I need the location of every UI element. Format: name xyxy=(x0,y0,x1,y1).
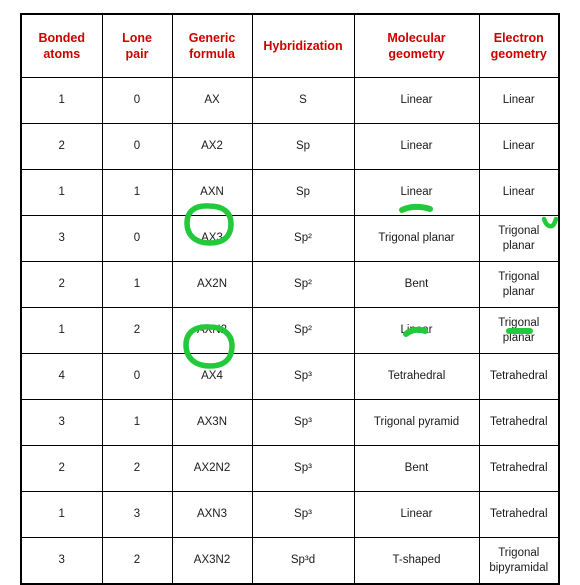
cell-molecular_geometry: Linear xyxy=(353,307,480,354)
cell-bonded_atoms: 1 xyxy=(20,491,103,538)
cell-hybridization: Sp² xyxy=(251,307,355,354)
cell-bonded_atoms: 1 xyxy=(20,169,103,216)
cell-electron_geometry: Linear xyxy=(478,169,560,216)
cell-lone_pair: 2 xyxy=(101,445,173,492)
cell-hybridization: Sp³ xyxy=(251,353,355,400)
cell-bonded_atoms: 1 xyxy=(20,77,103,124)
header-line-2: pair xyxy=(125,47,149,61)
cell-bonded_atoms: 3 xyxy=(20,537,103,585)
cell-molecular_geometry: Tetrahedral xyxy=(353,353,480,400)
cell-bonded_atoms: 3 xyxy=(20,215,103,262)
table-row: 3 2 AX3N2 Sp³d T-shaped Trigonal bipyramidal xyxy=(20,537,560,585)
table-row: 2 2 AX2N2 Sp³ Bent Tetrahedral xyxy=(20,445,560,492)
cell-lone_pair: 2 xyxy=(101,307,173,354)
cell-bonded_atoms: 1 xyxy=(20,307,103,354)
table-row: 3 0 AX3 Sp² Trigonal planar Trigonal planar xyxy=(20,215,560,262)
header-line-1: Bonded xyxy=(38,30,86,45)
cell-bonded_atoms: 4 xyxy=(20,353,103,400)
cell-electron_geometry: Linear xyxy=(478,77,560,124)
column-header-molecular-geometry: Molecular geometry xyxy=(353,13,480,78)
cell-lone_pair: 0 xyxy=(101,123,173,170)
vsepr-table: Bonded atoms Lone pair Generic formula H… xyxy=(20,13,560,585)
cell-hybridization: Sp xyxy=(251,123,355,170)
cell-hybridization: Sp³d xyxy=(251,537,355,585)
cell-electron_geometry: Tetrahedral xyxy=(478,399,560,446)
table-row: 1 1 AXN Sp Linear Linear xyxy=(20,169,560,216)
cell-generic_formula: AX4 xyxy=(171,353,253,400)
cell-hybridization: Sp³ xyxy=(251,445,355,492)
table-row: 2 1 AX2N Sp² Bent Trigonal planar xyxy=(20,261,560,308)
cell-lone_pair: 0 xyxy=(101,353,173,400)
cell-electron_geometry: Tetrahedral xyxy=(478,445,560,492)
cell-generic_formula: AX2N2 xyxy=(171,445,253,492)
cell-molecular_geometry: Linear xyxy=(353,77,480,124)
cell-electron_geometry: Linear xyxy=(478,123,560,170)
cell-hybridization: Sp xyxy=(251,169,355,216)
table-row: 1 0 AX S Linear Linear xyxy=(20,77,560,124)
cell-generic_formula: AXN2 xyxy=(171,307,253,354)
cell-electron_geometry: Trigonal planar xyxy=(478,261,560,308)
cell-generic_formula: AX3 xyxy=(171,215,253,262)
table-row: 4 0 AX4 Sp³ Tetrahedral Tetrahedral xyxy=(20,353,560,400)
column-header-lone-pair: Lone pair xyxy=(101,13,173,78)
cell-hybridization: Sp² xyxy=(251,261,355,308)
cell-molecular_geometry: Linear xyxy=(353,123,480,170)
cell-lone_pair: 1 xyxy=(101,169,173,216)
header-line-2: atoms xyxy=(43,47,81,61)
cell-lone_pair: 0 xyxy=(101,77,173,124)
cell-generic_formula: AX3N xyxy=(171,399,253,446)
cell-generic_formula: AXN3 xyxy=(171,491,253,538)
cell-lone_pair: 0 xyxy=(101,215,173,262)
header-line-1: Generic xyxy=(188,30,236,45)
cell-electron_geometry: Trigonal planar xyxy=(478,215,560,262)
cell-molecular_geometry: Bent xyxy=(353,445,480,492)
cell-molecular_geometry: T-shaped xyxy=(353,537,480,585)
table-row: 2 0 AX2 Sp Linear Linear xyxy=(20,123,560,170)
cell-hybridization: Sp³ xyxy=(251,399,355,446)
header-line-1: Lone xyxy=(122,30,152,45)
cell-lone_pair: 1 xyxy=(101,399,173,446)
cell-molecular_geometry: Linear xyxy=(353,169,480,216)
vsepr-table-container: Bonded atoms Lone pair Generic formula H… xyxy=(20,13,560,585)
cell-electron_geometry: Trigonal bipyramidal xyxy=(478,537,560,585)
header-line-2: geometry xyxy=(490,47,547,61)
cell-lone_pair: 1 xyxy=(101,261,173,308)
cell-generic_formula: AX2 xyxy=(171,123,253,170)
header-line-2: formula xyxy=(189,47,235,61)
column-header-generic-formula: Generic formula xyxy=(171,13,253,78)
cell-bonded_atoms: 3 xyxy=(20,399,103,446)
table-row: 1 3 AXN3 Sp³ Linear Tetrahedral xyxy=(20,491,560,538)
column-header-hybridization: Hybridization xyxy=(251,13,355,78)
cell-generic_formula: AX3N2 xyxy=(171,537,253,585)
header-line-1: Hybridization xyxy=(263,38,343,53)
cell-bonded_atoms: 2 xyxy=(20,445,103,492)
table-row: 1 2 AXN2 Sp² Linear Trigonal planar xyxy=(20,307,560,354)
table-header-row: Bonded atoms Lone pair Generic formula H… xyxy=(20,13,560,78)
cell-bonded_atoms: 2 xyxy=(20,123,103,170)
cell-hybridization: Sp³ xyxy=(251,491,355,538)
cell-molecular_geometry: Trigonal planar xyxy=(353,215,480,262)
header-line-2: geometry xyxy=(388,47,445,61)
cell-lone_pair: 3 xyxy=(101,491,173,538)
cell-molecular_geometry: Linear xyxy=(353,491,480,538)
cell-hybridization: Sp² xyxy=(251,215,355,262)
table-row: 3 1 AX3N Sp³ Trigonal pyramid Tetrahedral xyxy=(20,399,560,446)
cell-hybridization: S xyxy=(251,77,355,124)
header-line-1: Electron xyxy=(493,30,544,45)
cell-bonded_atoms: 2 xyxy=(20,261,103,308)
cell-electron_geometry: Tetrahedral xyxy=(478,353,560,400)
cell-lone_pair: 2 xyxy=(101,537,173,585)
cell-generic_formula: AX xyxy=(171,77,253,124)
cell-generic_formula: AXN xyxy=(171,169,253,216)
column-header-bonded-atoms: Bonded atoms xyxy=(20,13,103,78)
header-line-1: Molecular xyxy=(387,30,446,45)
cell-molecular_geometry: Trigonal pyramid xyxy=(353,399,480,446)
cell-generic_formula: AX2N xyxy=(171,261,253,308)
cell-electron_geometry: Tetrahedral xyxy=(478,491,560,538)
column-header-electron-geometry: Electron geometry xyxy=(478,13,560,78)
cell-electron_geometry: Trigonal planar xyxy=(478,307,560,354)
cell-molecular_geometry: Bent xyxy=(353,261,480,308)
